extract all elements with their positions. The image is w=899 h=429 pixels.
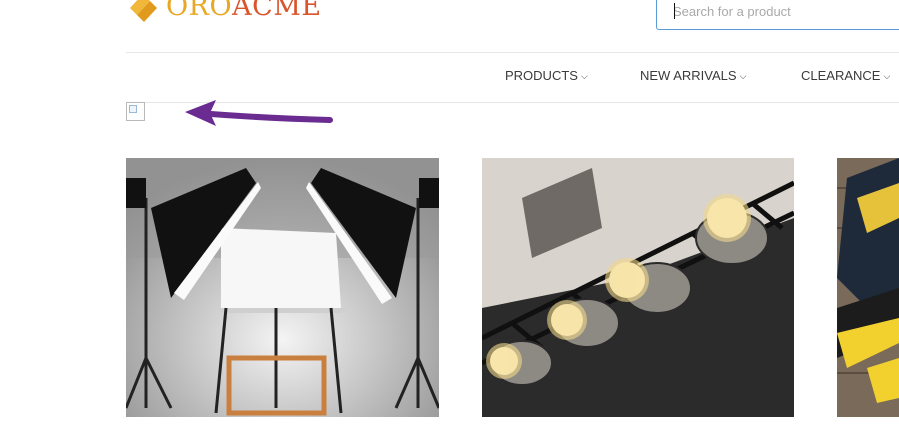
- text-caret: [674, 3, 675, 19]
- chevron-down-icon: ⌵: [580, 71, 588, 81]
- product-image-studio-lights[interactable]: [126, 158, 439, 417]
- logo-text-oro: ORO: [166, 0, 233, 22]
- logo-mark-icon: [130, 0, 157, 22]
- logo-text: OROACME: [166, 0, 322, 24]
- nav-item-label: CLEARANCE: [801, 68, 881, 83]
- main-nav: PRODUCTS ⌵ NEW ARRIVALS ⌵ CLEARANCE ⌵: [0, 68, 899, 86]
- nav-item-label: NEW ARRIVALS: [640, 68, 737, 83]
- nav-item-label: PRODUCTS: [505, 68, 578, 83]
- product-image-stage-spotlights[interactable]: [482, 158, 794, 417]
- site-logo[interactable]: OROACME: [126, 0, 322, 24]
- nav-item-clearance[interactable]: CLEARANCE ⌵: [801, 68, 890, 83]
- safety-boots-image: [837, 158, 899, 417]
- chevron-down-icon: ⌵: [739, 71, 747, 81]
- nav-item-new-arrivals[interactable]: NEW ARRIVALS ⌵: [640, 68, 746, 83]
- annotation-arrow-icon: [185, 100, 333, 126]
- broken-image-icon[interactable]: [126, 102, 145, 121]
- product-image-safety-boots[interactable]: [837, 158, 899, 417]
- chevron-down-icon: ⌵: [883, 71, 891, 81]
- stage-spotlights-image: [482, 158, 794, 417]
- studio-lights-image: [126, 158, 439, 417]
- nav-item-products[interactable]: PRODUCTS ⌵: [505, 68, 588, 83]
- header-divider: [126, 52, 899, 53]
- search-input[interactable]: [673, 1, 893, 21]
- logo-text-acme: ACME: [232, 0, 322, 22]
- search-box[interactable]: [656, 0, 899, 30]
